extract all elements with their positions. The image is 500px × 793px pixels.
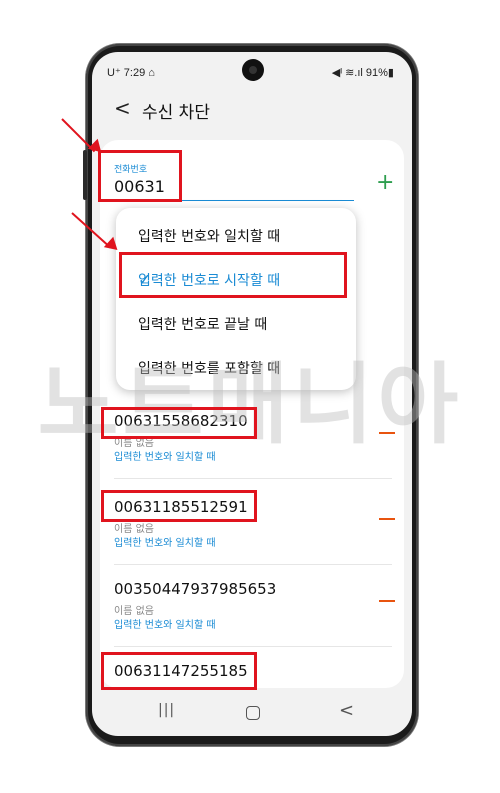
match-mode: 입력한 번호와 일치할 때 (114, 620, 216, 631)
recents-icon[interactable]: ||| (158, 702, 175, 718)
watermark: 노트매니아 (37, 353, 463, 456)
match-mode: 입력한 번호와 일치할 때 (114, 538, 216, 549)
dropdown-item[interactable]: 입력한 번호와 일치할 때 (116, 214, 356, 254)
nav-back-icon[interactable]: < (339, 700, 354, 721)
contact-name: 이름 없음 (114, 524, 154, 535)
highlight-box (101, 407, 257, 439)
divider (114, 646, 392, 647)
header: < 수신 차단 (92, 92, 412, 132)
divider (114, 478, 392, 479)
remove-icon[interactable] (379, 518, 395, 520)
divider (114, 564, 392, 565)
status-time: U⁺ 7:29 ⌂ (107, 67, 155, 79)
back-arrow-icon[interactable]: < (114, 96, 131, 120)
blocked-number: 00350447937985653 (114, 580, 277, 598)
navigation-bar: ||| < (92, 692, 412, 736)
highlight-box (98, 150, 182, 202)
add-icon[interactable]: + (376, 170, 394, 195)
highlight-box (101, 652, 257, 690)
home-icon[interactable] (246, 706, 260, 720)
highlight-box (119, 252, 347, 298)
contact-name: 이름 없음 (114, 606, 154, 617)
status-bar: U⁺ 7:29 ⌂ ◀ᴵ ≋.ıl 91%▮ (92, 52, 412, 88)
status-indicators: ◀ᴵ ≋.ıl 91%▮ (331, 67, 394, 79)
side-button (83, 150, 87, 200)
page-title: 수신 차단 (142, 103, 210, 123)
dropdown-item-label: 입력한 번호로 끝날 때 (138, 317, 268, 333)
remove-icon[interactable] (379, 600, 395, 602)
camera-icon (242, 59, 264, 81)
highlight-box (101, 490, 257, 522)
dropdown-item-label: 입력한 번호와 일치할 때 (138, 229, 281, 245)
